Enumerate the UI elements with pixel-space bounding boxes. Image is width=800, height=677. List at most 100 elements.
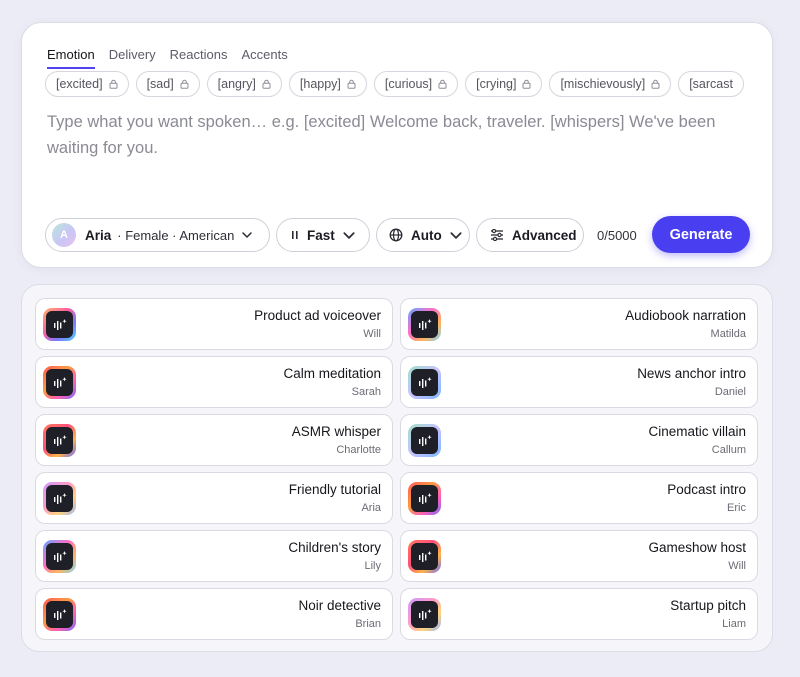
preset-title: Calm meditation xyxy=(283,366,381,381)
tag-chip[interactable]: [curious] xyxy=(373,71,459,97)
prompt-input[interactable]: Type what you want spoken… e.g. [excited… xyxy=(47,109,747,161)
tab-emotion[interactable]: Emotion xyxy=(47,47,95,69)
tag-chip-label: [sarcast xyxy=(689,77,733,91)
preset-title: Gameshow host xyxy=(648,540,746,555)
lock-icon xyxy=(109,79,118,89)
preset-voice: Charlotte xyxy=(336,444,381,456)
waveform-sparkle-icon xyxy=(408,598,441,631)
presets-panel: Product ad voiceover Will Audiobook narrat… xyxy=(21,284,773,652)
preset-voice: Liam xyxy=(722,618,746,630)
tag-chip-label: [sad] xyxy=(146,77,174,91)
tag-chip[interactable]: [angry] xyxy=(206,71,282,97)
pause-icon xyxy=(291,230,299,240)
preset-card[interactable]: Gameshow host Will xyxy=(400,530,758,582)
avatar: A xyxy=(52,223,76,247)
lock-icon xyxy=(180,79,189,89)
preset-title: ASMR whisper xyxy=(291,424,381,439)
preset-voice: Will xyxy=(363,328,381,340)
tag-chip[interactable]: [sad] xyxy=(135,71,200,97)
tab-delivery[interactable]: Delivery xyxy=(109,47,156,69)
tag-chip-label: [excited] xyxy=(56,77,103,91)
sliders-icon xyxy=(490,229,504,241)
tag-chip-label: [happy] xyxy=(299,77,341,91)
tag-chip-label: [curious] xyxy=(384,77,433,91)
waveform-sparkle-icon xyxy=(408,366,441,399)
preset-title: Audiobook narration xyxy=(625,308,746,323)
speed-selector[interactable]: Fast xyxy=(276,218,370,252)
preset-title: Children's story xyxy=(288,540,381,555)
preset-card[interactable]: Children's story Lily xyxy=(35,530,393,582)
preset-title: News anchor intro xyxy=(637,366,746,381)
composer-panel: Emotion Delivery Reactions Accents [exci… xyxy=(21,22,773,268)
language-selector[interactable]: Auto xyxy=(376,218,470,252)
generation-controls: A Aria · Female · American Fast Auto Adv… xyxy=(45,216,751,254)
tag-chip[interactable]: [excited] xyxy=(45,71,129,97)
preset-voice: Matilda xyxy=(710,328,746,340)
preset-card[interactable]: Noir detective Brian xyxy=(35,588,393,640)
lock-icon xyxy=(522,79,531,89)
waveform-sparkle-icon xyxy=(408,424,441,457)
waveform-sparkle-icon xyxy=(408,308,441,341)
preset-voice: Brian xyxy=(355,618,381,630)
preset-card[interactable]: Product ad voiceover Will xyxy=(35,298,393,350)
lock-icon xyxy=(438,79,447,89)
preset-card[interactable]: Calm meditation Sarah xyxy=(35,356,393,408)
tag-chip-row: [excited] [sad] [angry] [happy] [curious] [cr… xyxy=(45,71,749,99)
preset-voice: Callum xyxy=(711,444,746,456)
preset-title: Podcast intro xyxy=(667,482,746,497)
character-counter: 0/5000 xyxy=(597,228,637,243)
tag-chip[interactable]: [sarcast xyxy=(678,71,744,97)
tag-chip[interactable]: [mischievously] xyxy=(549,71,672,97)
preset-voice: Aria xyxy=(361,502,381,514)
tab-accents[interactable]: Accents xyxy=(241,47,287,69)
globe-icon xyxy=(389,228,403,242)
tag-chip-label: [mischievously] xyxy=(560,77,646,91)
waveform-sparkle-icon xyxy=(43,540,76,573)
preset-voice: Eric xyxy=(727,502,746,514)
advanced-settings-button[interactable]: Advanced xyxy=(476,218,584,252)
waveform-sparkle-icon xyxy=(408,482,441,515)
tag-chip-label: [crying] xyxy=(476,77,517,91)
preset-card[interactable]: Podcast intro Eric xyxy=(400,472,758,524)
tab-reactions[interactable]: Reactions xyxy=(170,47,228,69)
tag-category-tabs: Emotion Delivery Reactions Accents xyxy=(47,47,288,69)
preset-title: Friendly tutorial xyxy=(288,482,381,497)
speed-label: Fast xyxy=(307,227,335,243)
preset-card[interactable]: Audiobook narration Matilda xyxy=(400,298,758,350)
chevron-down-icon xyxy=(242,232,253,238)
preset-card[interactable]: Startup pitch Liam xyxy=(400,588,758,640)
preset-title: Noir detective xyxy=(298,598,381,613)
lock-icon xyxy=(347,79,356,89)
preset-voice: Sarah xyxy=(351,386,381,398)
preset-card[interactable]: ASMR whisper Charlotte xyxy=(35,414,393,466)
preset-title: Cinematic villain xyxy=(648,424,746,439)
waveform-sparkle-icon xyxy=(408,540,441,573)
generate-button[interactable]: Generate xyxy=(652,216,750,253)
lock-icon xyxy=(651,79,660,89)
preset-voice: Daniel xyxy=(714,386,746,398)
waveform-sparkle-icon xyxy=(43,598,76,631)
tag-chip[interactable]: [happy] xyxy=(288,71,367,97)
preset-title: Startup pitch xyxy=(670,598,746,613)
lock-icon xyxy=(262,79,271,89)
voice-name: Aria xyxy=(85,227,112,243)
waveform-sparkle-icon xyxy=(43,308,76,341)
chevron-down-icon xyxy=(450,231,462,239)
waveform-sparkle-icon xyxy=(43,366,76,399)
preset-voice: Lily xyxy=(364,560,381,572)
advanced-label: Advanced xyxy=(512,227,577,243)
language-label: Auto xyxy=(411,227,442,243)
tag-chip-label: [angry] xyxy=(217,77,256,91)
preset-card[interactable]: News anchor intro Daniel xyxy=(400,356,758,408)
waveform-sparkle-icon xyxy=(43,424,76,457)
voice-selector[interactable]: A Aria · Female · American xyxy=(45,218,270,252)
preset-card[interactable]: Friendly tutorial Aria xyxy=(35,472,393,524)
tag-chip[interactable]: [crying] xyxy=(465,71,543,97)
preset-voice: Will xyxy=(728,560,746,572)
presets-grid: Product ad voiceover Will Audiobook narrat… xyxy=(35,298,761,640)
voice-meta: · Female · American xyxy=(117,227,235,243)
preset-card[interactable]: Cinematic villain Callum xyxy=(400,414,758,466)
waveform-sparkle-icon xyxy=(43,482,76,515)
preset-title: Product ad voiceover xyxy=(254,308,381,323)
chevron-down-icon xyxy=(343,231,355,239)
